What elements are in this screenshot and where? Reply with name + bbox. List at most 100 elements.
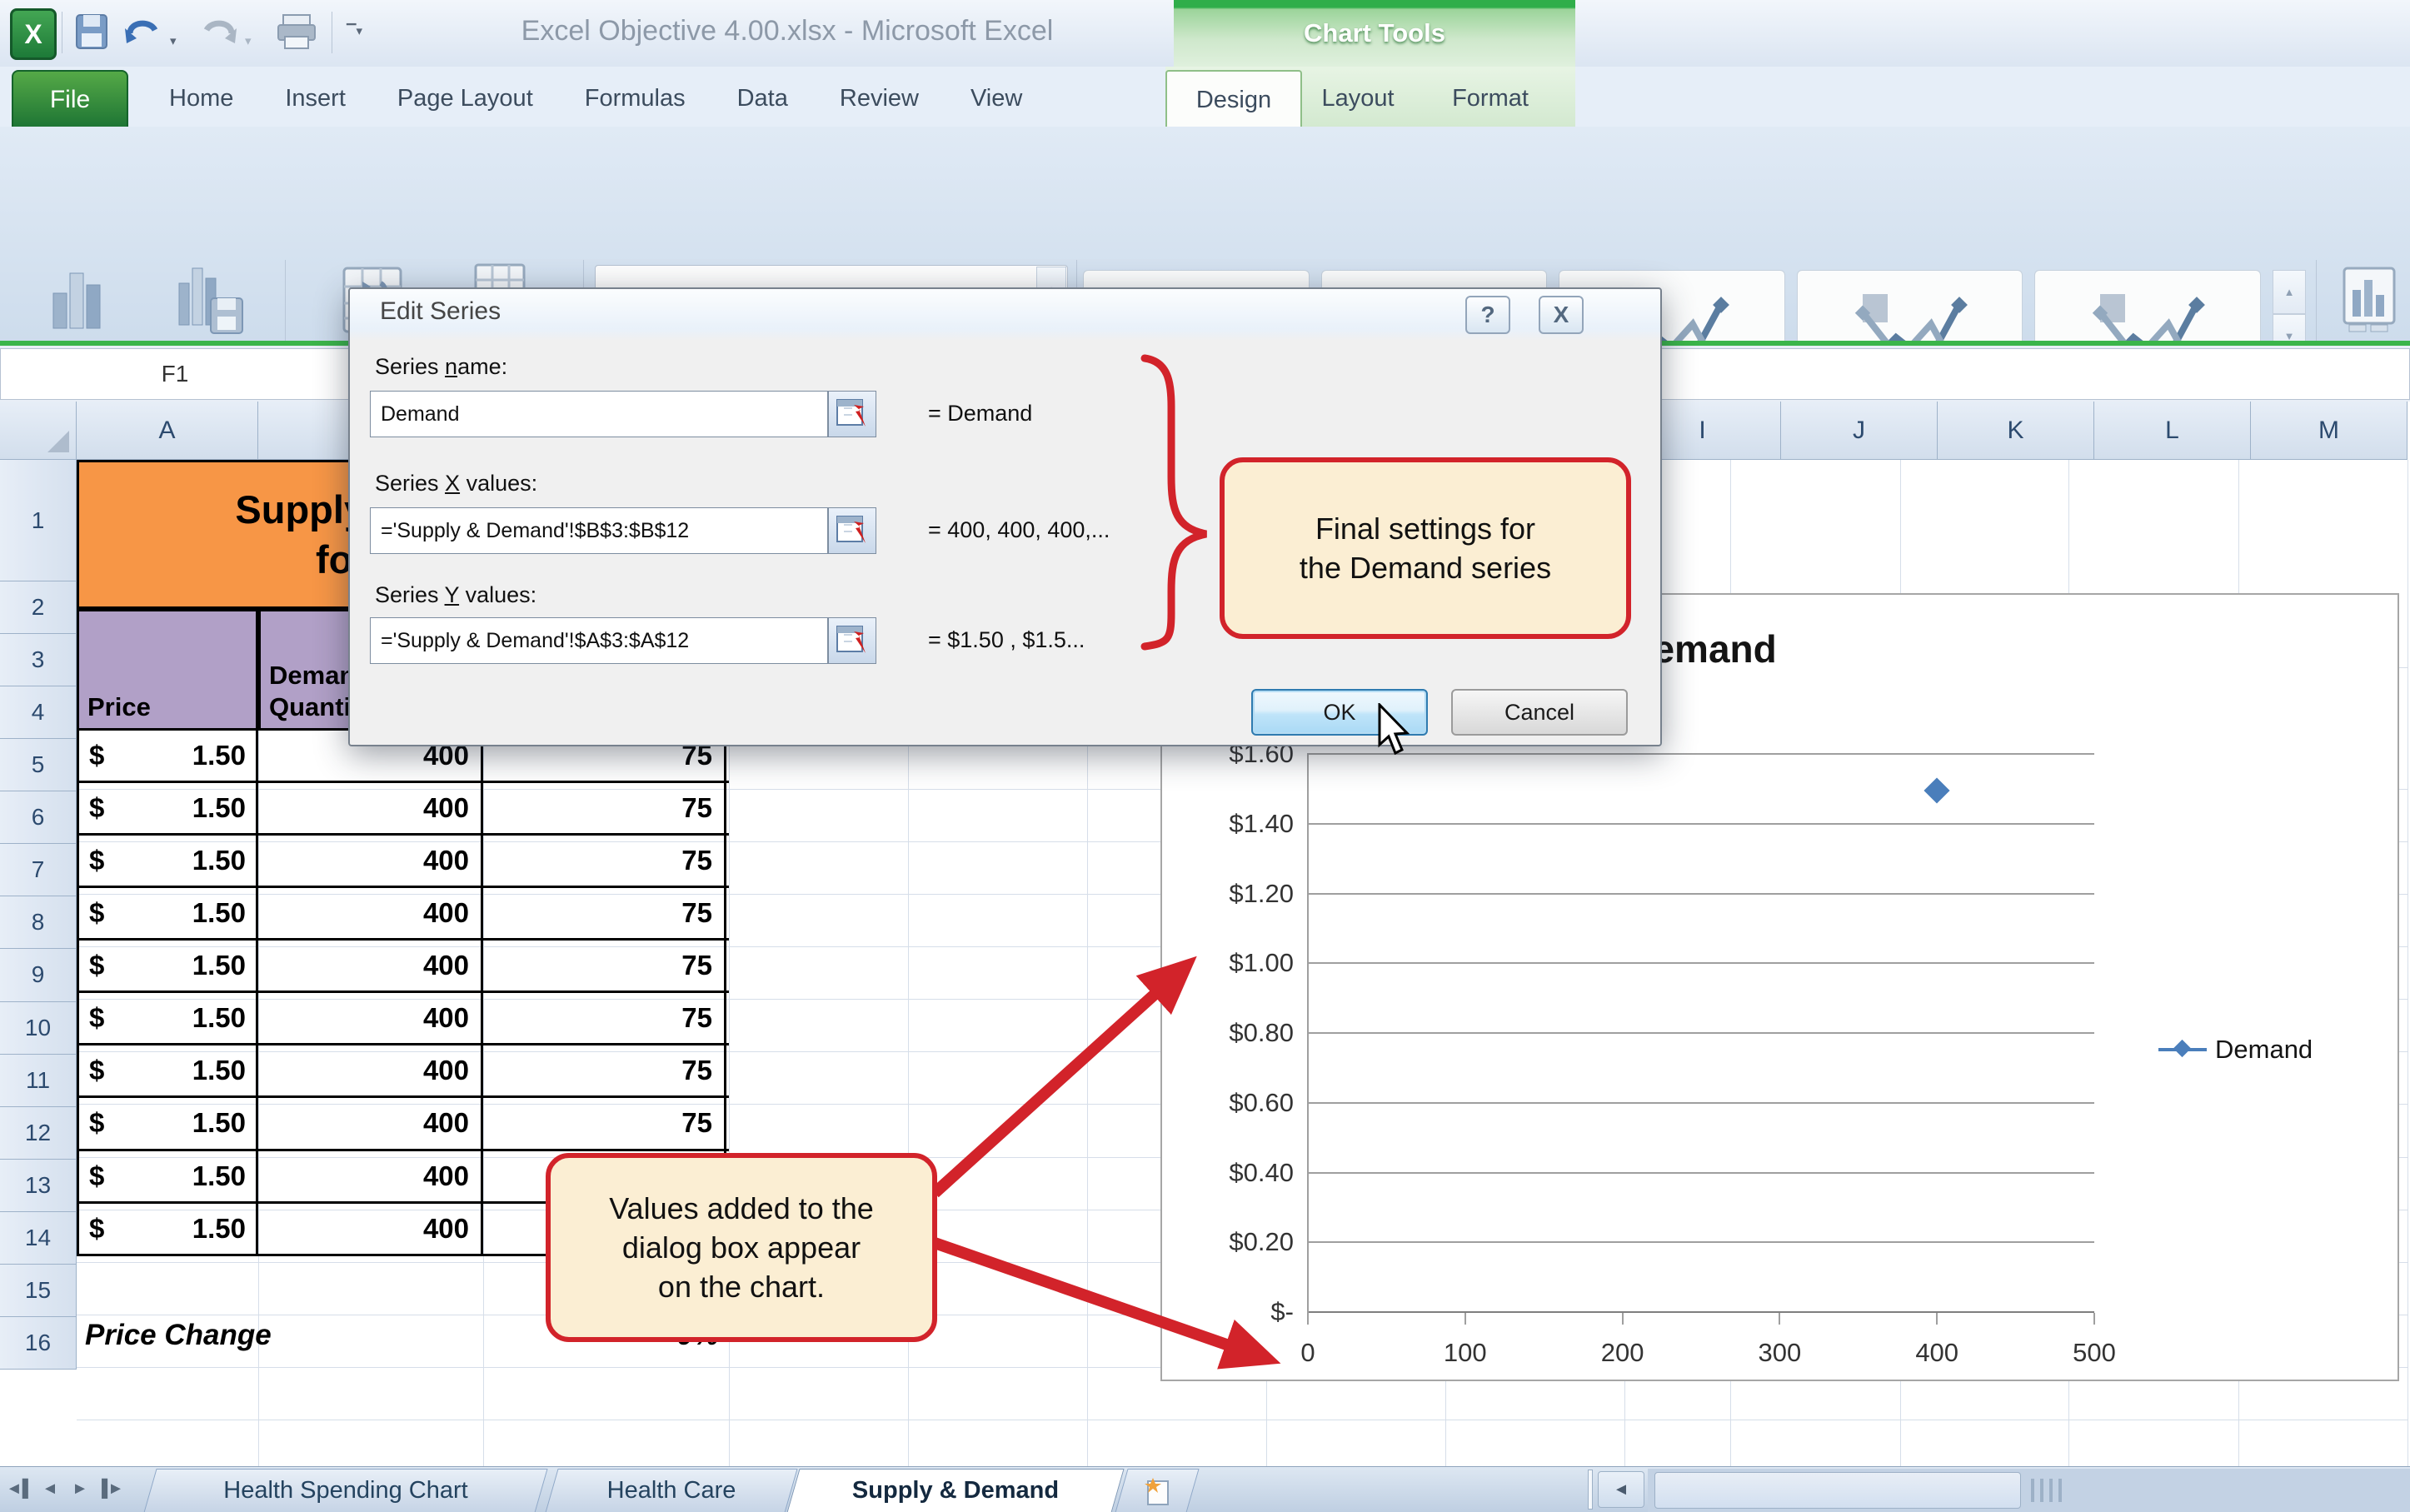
ribbon-tab[interactable]: Formulas [559,70,711,127]
row-header[interactable]: 12 [0,1106,77,1160]
price-cell[interactable]: $1.50 [79,1150,258,1201]
table-row[interactable]: $1.50 400 75 [79,836,729,889]
ribbon-tab[interactable]: View [945,70,1048,127]
price-cell[interactable]: $1.50 [79,993,258,1044]
name-box[interactable]: F1 [0,348,350,400]
price-cell[interactable]: $1.50 [79,1045,258,1096]
tab-format[interactable]: Format [1415,70,1565,127]
row-header[interactable]: 9 [0,949,77,1002]
collapse-dialog-icon[interactable] [828,617,876,664]
sheet-tab-supply-demand[interactable]: Supply & Demand [786,1469,1125,1512]
table-row[interactable]: $1.50 400 75 [79,888,729,941]
column-header[interactable]: M [2251,402,2408,460]
supply-qty-cell[interactable]: 75 [483,941,726,991]
supply-qty-cell[interactable]: 75 [483,1098,726,1149]
row-header[interactable]: 8 [0,896,77,950]
series-name-input[interactable] [370,391,828,437]
y-axis-label: $- [1270,1297,1294,1326]
series-x-result: = 400, 400, 400,... [928,517,1110,542]
price-cell[interactable]: $1.50 [79,731,258,781]
price-change-label[interactable]: Price Change [85,1309,272,1361]
column-header[interactable]: K [1938,402,2094,460]
table-row[interactable]: $1.50 400 75 [79,783,729,836]
cell-A2-price-header[interactable]: Price [77,609,258,731]
supply-qty-cell[interactable]: 75 [483,1045,726,1096]
row-header[interactable]: 16 [0,1316,77,1370]
prev-sheet-icon[interactable]: ◄ [35,1470,65,1507]
supply-qty-cell[interactable]: 75 [483,993,726,1044]
row-header[interactable]: 15 [0,1264,77,1317]
price-cell[interactable]: $1.50 [79,836,258,886]
ribbon-tab[interactable]: Data [711,70,814,127]
select-all-button[interactable] [0,402,77,460]
column-header[interactable]: L [2094,402,2251,460]
price-cell[interactable]: $1.50 [79,1098,258,1149]
table-row[interactable]: $1.50 400 75 [79,1098,729,1151]
tab-design[interactable]: Design [1165,70,1302,128]
price-cell[interactable]: $1.50 [79,783,258,834]
ribbon-tab[interactable]: Insert [259,70,372,127]
demand-qty-cell[interactable]: 400 [258,941,483,991]
table-row[interactable]: $1.50 400 75 [79,941,729,994]
supply-qty-cell[interactable]: 75 [483,888,726,939]
demand-qty-cell[interactable]: 400 [258,1098,483,1149]
cancel-button[interactable]: Cancel [1451,689,1628,736]
row-header[interactable]: 7 [0,844,77,897]
row-header[interactable]: 2 [0,581,77,635]
price-cell[interactable]: $1.50 [79,888,258,939]
print-icon[interactable] [275,12,318,52]
price-cell[interactable]: $1.50 [79,941,258,991]
series-x-input[interactable] [370,507,828,554]
demand-qty-cell[interactable]: 400 [258,1150,483,1201]
row-header[interactable]: 14 [0,1211,77,1265]
collapse-dialog-icon[interactable] [828,507,876,554]
tab-file[interactable]: File [12,70,128,128]
row-header[interactable]: 3 [0,634,77,687]
demand-qty-cell[interactable]: 400 [258,888,483,939]
price-cell[interactable]: $1.50 [79,1203,258,1254]
next-sheet-icon[interactable]: ► [65,1470,95,1507]
row-header[interactable]: 1 [0,460,77,581]
table-row[interactable]: $1.50 400 75 [79,993,729,1046]
chart-legend[interactable]: Demand [2158,1035,2313,1065]
demand-qty-cell[interactable]: 400 [258,783,483,834]
row-header[interactable]: 10 [0,1001,77,1055]
scroll-up-icon[interactable]: ▲ [2273,270,2306,315]
redo-icon[interactable] [197,12,240,52]
scrollbar-thumb[interactable] [1654,1472,2021,1509]
row-header[interactable]: 13 [0,1159,77,1212]
table-row[interactable]: $1.50 400 75 [79,1045,729,1099]
ribbon-tab[interactable]: Page Layout [372,70,559,127]
column-header-A[interactable]: A [77,402,258,460]
help-icon[interactable]: ? [1465,296,1510,334]
row-header[interactable]: 5 [0,739,77,792]
sheet-tab-health-care[interactable]: Health Care [545,1469,798,1512]
tab-scroll-left-icon[interactable]: ◄ [1598,1471,1644,1508]
ribbon-tab[interactable]: Review [814,70,945,127]
undo-dropdown-icon[interactable]: ▾ [170,33,177,48]
demand-qty-cell[interactable]: 400 [258,836,483,886]
save-icon[interactable] [73,12,110,52]
supply-qty-cell[interactable]: 75 [483,783,726,834]
sheet-tab-health-spending-chart[interactable]: Health Spending Chart [143,1469,548,1512]
demand-qty-cell[interactable]: 400 [258,1045,483,1096]
row-header[interactable]: 4 [0,686,77,740]
insert-worksheet-tab[interactable] [1115,1469,1200,1512]
supply-qty-cell[interactable]: 75 [483,836,726,886]
row-header[interactable]: 11 [0,1054,77,1107]
collapse-dialog-icon[interactable] [828,391,876,437]
scrollbar-grip-icon[interactable] [2031,1479,2062,1502]
horizontal-scrollbar[interactable] [1648,1469,2410,1512]
demand-qty-cell[interactable]: 400 [258,1203,483,1254]
close-icon[interactable]: X [1539,296,1584,334]
undo-icon[interactable] [122,12,165,52]
series-y-input[interactable] [370,617,828,664]
first-sheet-icon[interactable]: ◄▌ [5,1470,35,1507]
tab-layout[interactable]: Layout [1300,70,1415,127]
row-header[interactable]: 6 [0,791,77,845]
ribbon-tab[interactable]: Home [143,70,259,127]
customize-quick-access-icon[interactable]: ▔▾ [347,23,362,38]
demand-qty-cell[interactable]: 400 [258,993,483,1044]
last-sheet-icon[interactable]: ▐► [95,1470,125,1507]
column-header[interactable]: J [1781,402,1938,460]
